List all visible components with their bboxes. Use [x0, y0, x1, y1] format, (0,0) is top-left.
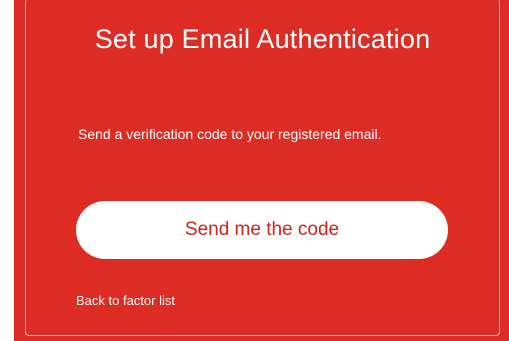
back-to-factor-list-link[interactable]: Back to factor list [76, 292, 175, 310]
verification-description: Send a verification code to your registe… [78, 126, 382, 142]
authentication-card: Set up Email Authentication Send a verif… [14, 0, 509, 341]
page-title: Set up Email Authentication [94, 24, 431, 54]
send-code-button[interactable]: Send me the code [76, 201, 448, 259]
email-authentication-page: y Set up Email Authentication Send a ver… [0, 0, 509, 341]
